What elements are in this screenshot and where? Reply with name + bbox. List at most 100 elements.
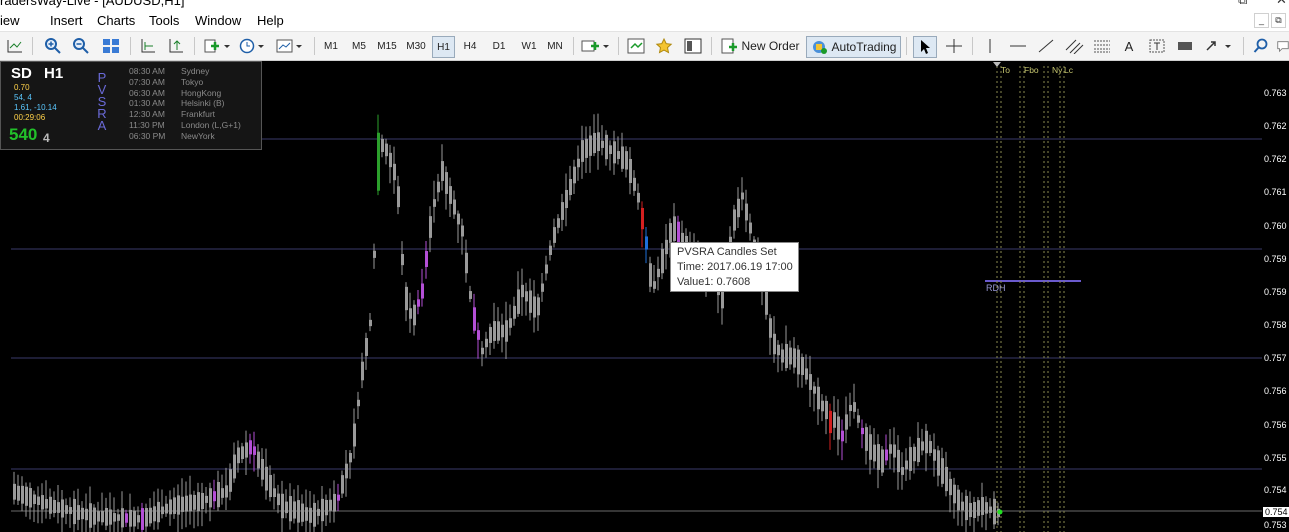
candle-body <box>993 498 996 525</box>
candle-body <box>449 186 452 204</box>
price-scale-label: 0.756 <box>1264 386 1287 396</box>
candle-body <box>353 423 356 447</box>
zoom-in-icon[interactable] <box>42 36 64 56</box>
candle-body <box>609 145 612 155</box>
candle-body <box>77 505 80 520</box>
terminal-window-icon[interactable] <box>682 36 704 56</box>
timeframe-h4[interactable]: H4 <box>460 36 480 56</box>
candle-body <box>513 305 516 319</box>
timeframe-m5[interactable]: M5 <box>349 36 369 56</box>
text-label-icon[interactable] <box>1146 36 1168 56</box>
session-marker-label: Ny <box>1052 65 1063 75</box>
restore-window-button[interactable]: ⧉ <box>1238 0 1247 8</box>
menu-window[interactable]: Window <box>195 13 241 28</box>
candle-body <box>493 321 496 341</box>
indicators-dropdown-icon[interactable] <box>202 36 232 56</box>
search-icon[interactable] <box>1251 36 1271 56</box>
session-row: 06:30 AM HongKong <box>129 88 241 99</box>
minimize-chart-button[interactable]: _ <box>1254 13 1269 28</box>
vertical-line-icon[interactable] <box>980 36 1000 56</box>
candle-body <box>629 158 632 184</box>
candle-body <box>793 348 796 368</box>
candle-body <box>825 400 828 420</box>
candle-body <box>149 507 152 524</box>
text-tool-icon[interactable]: A <box>1119 36 1139 56</box>
candle-body <box>745 203 748 221</box>
new-order-button[interactable]: New Order <box>719 36 801 56</box>
chart-shift-icon[interactable] <box>4 36 26 56</box>
market-watch-icon[interactable] <box>625 36 647 56</box>
candle-body <box>989 506 992 513</box>
volume-suffix: 4 <box>43 131 50 145</box>
arrows-dropdown-icon[interactable] <box>1203 36 1235 56</box>
price-scale-label: 0.760 <box>1264 221 1287 231</box>
candle-body <box>229 469 232 492</box>
candle-body <box>921 441 924 451</box>
candle-body <box>965 495 968 521</box>
close-window-button[interactable]: ✕ <box>1276 0 1287 8</box>
candle-body <box>277 493 280 506</box>
autotrading-button[interactable]: AutoTrading <box>806 36 901 58</box>
candle-body <box>509 318 512 328</box>
menu-charts[interactable]: Charts <box>97 13 135 28</box>
session-time: 06:30 AM <box>129 87 165 98</box>
candle-body <box>261 459 264 480</box>
session-city: Tokyo <box>181 76 204 87</box>
candle-body <box>925 430 928 454</box>
timeframe-m15[interactable]: M15 <box>375 36 399 56</box>
horizontal-line-icon[interactable] <box>1007 36 1029 56</box>
session-city: Helsinki (B) <box>181 98 225 109</box>
menu-tools[interactable]: Tools <box>149 13 179 28</box>
equidistant-channel-icon[interactable] <box>1062 36 1086 56</box>
candle-body <box>561 202 564 220</box>
fibonacci-retracement-icon[interactable] <box>1090 36 1114 56</box>
candle-body <box>897 449 900 473</box>
trendline-icon[interactable] <box>1035 36 1057 56</box>
autoscroll-icon[interactable] <box>137 36 159 56</box>
candle-body <box>973 501 976 519</box>
navigator-star-icon[interactable] <box>653 36 675 56</box>
candle-body <box>525 291 528 302</box>
candle-body <box>253 446 256 455</box>
session-city: London (L,G+1) <box>181 119 241 130</box>
timeframe-m30[interactable]: M30 <box>404 36 428 56</box>
candle-body <box>937 450 940 476</box>
candle-body <box>949 478 952 496</box>
candle-body <box>585 138 588 158</box>
swap-value: 1.61, -10.14 <box>14 103 57 112</box>
crosshair-icon[interactable] <box>943 36 965 56</box>
rectangle-icon[interactable] <box>1174 36 1196 56</box>
timeframe-m1[interactable]: M1 <box>321 36 341 56</box>
menu-insert[interactable]: Insert <box>50 13 83 28</box>
candle-body <box>201 492 204 510</box>
candle-body <box>785 343 788 369</box>
session-city: Sydney <box>181 66 210 76</box>
restore-chart-button[interactable]: ⧉ <box>1271 13 1286 28</box>
candle-body <box>37 496 40 505</box>
timeframe-w1[interactable]: W1 <box>518 36 540 56</box>
periodicity-clock-icon[interactable] <box>238 36 268 56</box>
timeframe-d1[interactable]: D1 <box>489 36 509 56</box>
tile-windows-icon[interactable] <box>100 36 122 56</box>
candle-body <box>217 482 220 508</box>
cursor-arrow-icon[interactable] <box>913 36 937 58</box>
candle-body <box>473 307 476 331</box>
candle-body <box>89 503 92 528</box>
chat-icon[interactable] <box>1276 36 1289 56</box>
menu-help[interactable]: Help <box>257 13 284 28</box>
candle-body <box>477 330 480 340</box>
session-time: 12:30 AM <box>129 109 165 120</box>
candle-body <box>417 299 420 307</box>
timeframe-h1[interactable]: H1 <box>432 36 455 58</box>
price-scale[interactable]: 0.763 0.762 0.762 0.761 0.760 0.759 0.759 0.758… <box>1262 61 1289 532</box>
zoom-out-icon[interactable] <box>70 36 92 56</box>
new-chart-dropdown-icon[interactable] <box>580 36 612 56</box>
templates-dropdown-icon[interactable] <box>275 36 305 56</box>
pvsra-vertical-label: P V S R A <box>97 70 107 133</box>
candle-body <box>893 444 896 458</box>
candle-body <box>17 485 20 501</box>
timeframe-mn[interactable]: MN <box>544 36 566 56</box>
menu-view[interactable]: iew <box>0 13 20 28</box>
candle-body <box>29 488 32 508</box>
chart-shift-end-icon[interactable] <box>165 36 187 56</box>
